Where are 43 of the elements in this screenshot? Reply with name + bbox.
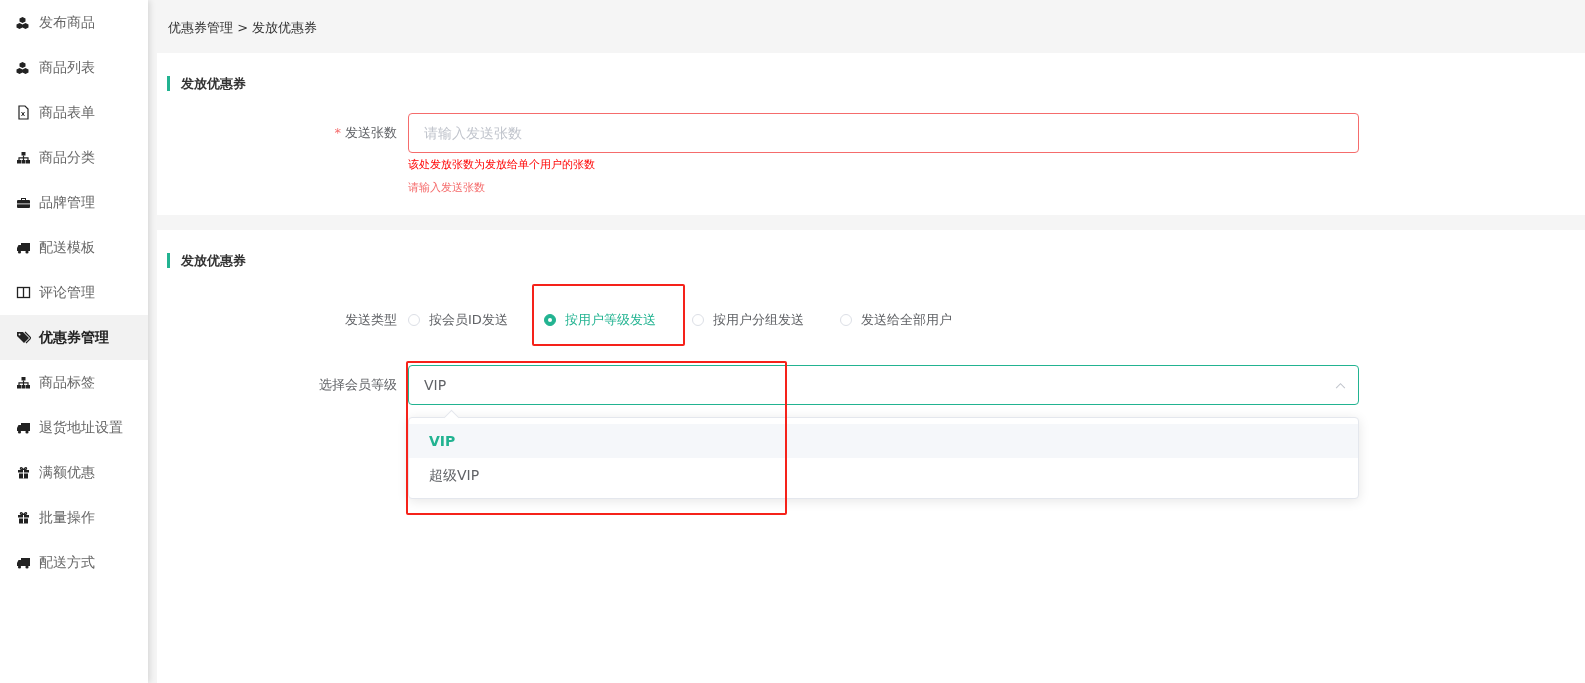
sitemap-icon [16,150,31,165]
sidebar-item[interactable]: 品牌管理 [0,180,148,225]
sidebar-item[interactable]: 优惠券管理 [0,315,148,360]
sidebar-item[interactable]: 商品标签 [0,360,148,405]
help-text: 该处发放张数为发放给单个用户的张数 [408,157,595,172]
cubes-icon [16,15,31,30]
sidebar-item[interactable]: 商品表单 [0,90,148,135]
section-title: 发放优惠券 [167,76,246,91]
breadcrumb: 优惠券管理 > 发放优惠券 [167,19,318,37]
sidebar-item[interactable]: 配送模板 [0,225,148,270]
sidebar-item[interactable]: 配送方式 [0,540,148,585]
columns-icon [16,285,31,300]
dropdown-option[interactable]: 超级VIP [409,458,1358,492]
sidebar-item[interactable]: 评论管理 [0,270,148,315]
field-label: 发送类型 [345,312,397,327]
required-mark: * [334,125,341,140]
section-title: 发放优惠券 [167,253,246,268]
cubes-icon [16,60,31,75]
sitemap-icon [16,375,31,390]
radio-button[interactable] [543,314,556,326]
truck-icon [16,555,31,570]
gift-icon [16,510,31,525]
briefcase-icon [16,195,31,210]
sidebar-item[interactable]: 商品列表 [0,45,148,90]
chevron-icon [1335,381,1346,389]
sidebar-item[interactable]: 批量操作 [0,495,148,540]
error-message: 请输入发送张数 [408,180,485,195]
field-label: 选择会员等级 [319,377,397,392]
truck-icon [16,420,31,435]
sidebar-item[interactable]: 退货地址设置 [0,405,148,450]
radio-option[interactable]: 发送给全部用户 [839,311,952,329]
gift-icon [16,465,31,480]
truck-icon [16,240,31,255]
tag-icon [16,330,31,345]
radio-option[interactable]: 按会员ID发送 [408,311,508,329]
file-icon [16,105,31,120]
sidebar-item[interactable]: 发布商品 [0,0,148,45]
input-field[interactable]: 请输入发送张数 [408,113,1359,153]
sidebar-item[interactable]: 满额优惠 [0,450,148,495]
sidebar-item[interactable]: 商品分类 [0,135,148,180]
field-label: 发送张数 [345,125,397,140]
radio-option[interactable]: 按用户分组发送 [691,311,804,329]
select-field[interactable]: VIP [408,365,1359,405]
